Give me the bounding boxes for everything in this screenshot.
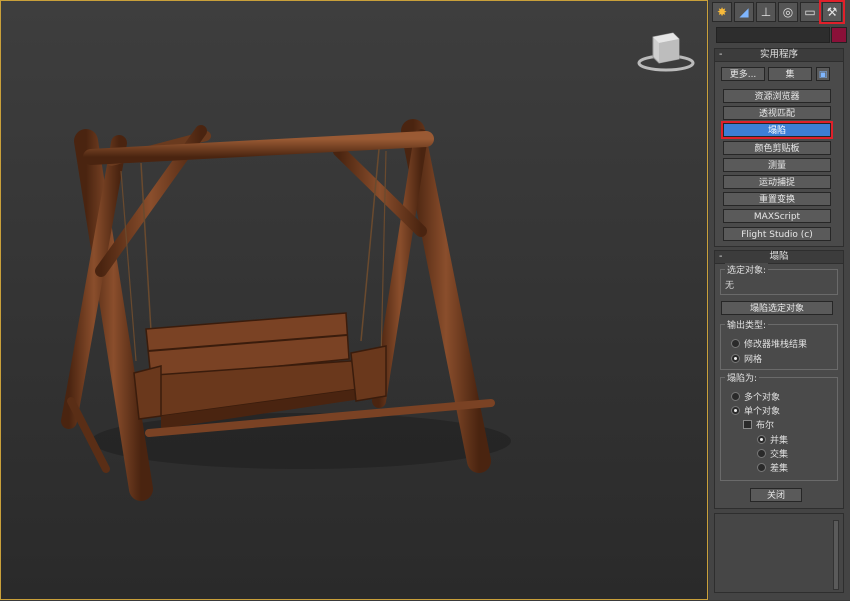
utility-perspective-match-button[interactable]: 透视匹配: [723, 106, 831, 121]
configure-icon: ▣: [818, 70, 828, 80]
collapse-selected-button[interactable]: 塌陷选定对象: [721, 301, 833, 315]
configure-sets-button[interactable]: ▣: [816, 67, 830, 81]
collapse-to-title: 塌陷为:: [725, 371, 760, 384]
radio-dot: [757, 449, 766, 458]
utilities-hammer-icon: ⚒: [826, 5, 838, 19]
radio-dot: [731, 406, 740, 415]
more-button[interactable]: 更多...: [721, 67, 765, 81]
modify-icon: ◢: [739, 5, 749, 19]
utility-collapse-button[interactable]: 塌陷: [723, 123, 831, 138]
modify-tab[interactable]: ◢: [734, 2, 754, 22]
utility-asset-browser-button[interactable]: 资源浏览器: [723, 89, 831, 103]
single-object-radio[interactable]: 单个对象: [731, 404, 780, 417]
intersection-radio[interactable]: 交集: [757, 447, 788, 460]
subtraction-radio[interactable]: 差集: [757, 461, 788, 474]
radio-label: 差集: [770, 464, 789, 474]
sets-button[interactable]: 集: [768, 67, 812, 81]
radio-dot: [757, 435, 766, 444]
motion-tab[interactable]: ◎: [778, 2, 798, 22]
radio-label: 多个对象: [744, 393, 781, 403]
output-type-title: 输出类型:: [725, 318, 769, 331]
swing-3d-model: [61, 119, 511, 501]
boolean-checkbox[interactable]: 布尔: [743, 418, 774, 431]
command-panel: ✸ ◢ ⊥ ◎ ▭ ⚒ - 实用程序 更多... 集 ▣ 资源浏览器透视匹配塌陷…: [709, 0, 850, 600]
output-type-group: 输出类型: 修改器堆栈结果 网格: [720, 318, 838, 370]
create-icon: ✸: [716, 5, 728, 19]
collapse-rollout-icon: -: [719, 251, 723, 262]
utility-motion-capture-button[interactable]: 运动捕捉: [723, 175, 831, 189]
hierarchy-icon: ⊥: [760, 5, 772, 19]
viewcube-navigation-icon[interactable]: [637, 29, 695, 73]
display-icon: ▭: [804, 5, 816, 19]
radio-dot: [731, 354, 740, 363]
selected-objects-value: 无: [725, 281, 735, 291]
radio-dot: [731, 339, 740, 348]
utility-measure-button[interactable]: 测量: [723, 157, 831, 172]
radio-dot: [757, 463, 766, 472]
output-modifier-stack-radio[interactable]: 修改器堆栈结果: [731, 337, 807, 350]
command-panel-tabs: ✸ ◢ ⊥ ◎ ▭ ⚒: [709, 0, 850, 24]
object-name-field[interactable]: [716, 27, 830, 43]
output-mesh-radio[interactable]: 网格: [731, 352, 762, 365]
object-color-swatch[interactable]: [831, 27, 847, 43]
utility-flight-studio-button[interactable]: Flight Studio (c): [723, 226, 831, 241]
radio-label: 修改器堆栈结果: [744, 340, 808, 350]
panel-scrollbar[interactable]: [833, 520, 839, 590]
utilities-rollout: - 实用程序 更多... 集 ▣ 资源浏览器透视匹配塌陷颜色剪贴板测量运动捕捉重…: [714, 48, 844, 247]
selected-objects-label: 选定对象:: [725, 263, 769, 276]
utilities-title: 实用程序: [759, 49, 798, 60]
utility-color-clipboard-button[interactable]: 颜色剪贴板: [723, 140, 831, 155]
radio-label: 单个对象: [744, 407, 781, 417]
utility-reset-xform-button[interactable]: 重置变换: [723, 192, 831, 207]
collapse-to-group: 塌陷为: 多个对象 单个对象 布尔 并集 交集 差集: [720, 371, 838, 481]
utilities-rollout-header[interactable]: - 实用程序: [715, 49, 843, 62]
motion-icon: ◎: [782, 5, 794, 19]
collapse-rollout: - 塌陷 选定对象: 无 塌陷选定对象 输出类型: 修改器堆栈结果 网格 塌陷为…: [714, 250, 844, 509]
union-radio[interactable]: 并集: [757, 433, 788, 446]
hierarchy-tab[interactable]: ⊥: [756, 2, 776, 22]
radio-dot: [731, 392, 740, 401]
radio-label: 网格: [744, 355, 763, 365]
selected-objects-group: 选定对象: 无: [720, 263, 838, 295]
create-tab[interactable]: ✸: [712, 2, 732, 22]
collapse-rollout-icon: -: [719, 49, 723, 60]
radio-label: 并集: [770, 436, 789, 446]
perspective-viewport[interactable]: [0, 0, 708, 600]
display-tab[interactable]: ▭: [800, 2, 820, 22]
collapse-title: 塌陷: [769, 251, 789, 262]
checkbox-label: 布尔: [756, 421, 775, 431]
radio-label: 交集: [770, 450, 789, 460]
checkbox-box: [743, 420, 752, 429]
utilities-tab[interactable]: ⚒: [822, 2, 842, 22]
utility-maxscript-button[interactable]: MAXScript: [723, 209, 831, 224]
empty-rollout-area: [714, 513, 844, 593]
close-button[interactable]: 关闭: [750, 488, 802, 502]
multiple-objects-radio[interactable]: 多个对象: [731, 390, 780, 403]
